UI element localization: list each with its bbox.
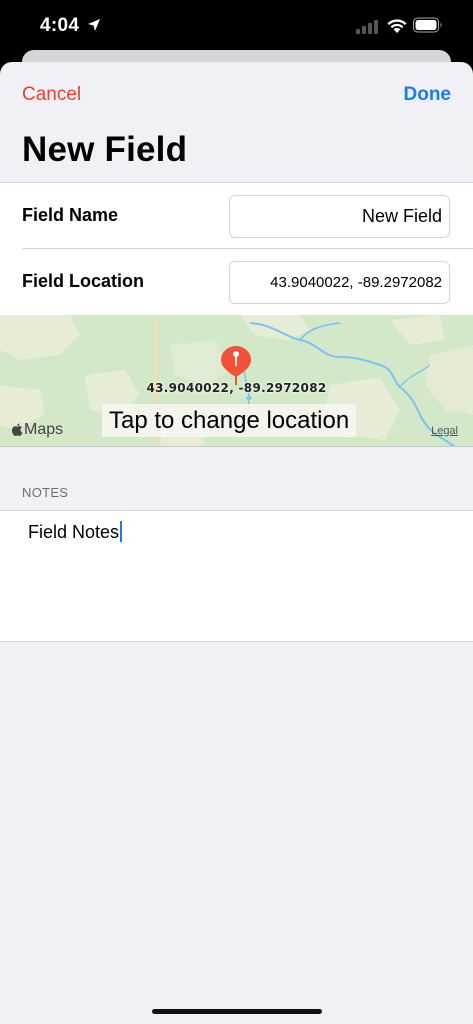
status-bar: 4:04 — [0, 0, 473, 52]
text-cursor — [120, 521, 123, 542]
map-pin-coordinates: 43.9040022, -89.2972082 — [146, 381, 327, 395]
field-form: Field Name Field Location — [0, 182, 473, 315]
map-pin-icon — [221, 346, 251, 385]
notes-text: Field Notes — [28, 521, 123, 543]
field-location-input[interactable] — [229, 261, 450, 304]
legal-link[interactable]: Legal — [431, 425, 458, 437]
status-time: 4:04 — [40, 15, 80, 36]
home-indicator[interactable] — [152, 1009, 322, 1014]
field-location-row: Field Location — [0, 249, 473, 315]
cancel-button[interactable]: Cancel — [22, 84, 81, 106]
page-title: New Field — [22, 130, 188, 169]
new-field-sheet: Cancel Done New Field Field Name Field L… — [0, 62, 473, 1024]
wifi-icon — [387, 19, 407, 33]
field-name-input[interactable] — [229, 195, 450, 238]
location-map[interactable]: 43.9040022, -89.2972082 Tap to change lo… — [0, 315, 473, 447]
done-button[interactable]: Done — [404, 84, 452, 106]
location-arrow-icon — [88, 19, 100, 31]
field-location-label: Field Location — [22, 271, 145, 291]
notes-section-header: NOTES — [22, 485, 69, 500]
battery-icon — [413, 17, 442, 33]
apple-logo-icon — [12, 423, 23, 436]
notes-text-area[interactable]: Field Notes — [0, 510, 473, 642]
notes-text-value: Field Notes — [28, 522, 120, 542]
maps-brand-text: Maps — [24, 421, 64, 438]
field-name-label: Field Name — [22, 205, 119, 225]
tap-to-change-location-label[interactable]: Tap to change location — [102, 404, 357, 437]
cellular-signal-icon — [356, 20, 378, 34]
field-name-row: Field Name — [0, 183, 473, 249]
apple-maps-logo: Maps — [11, 421, 63, 439]
